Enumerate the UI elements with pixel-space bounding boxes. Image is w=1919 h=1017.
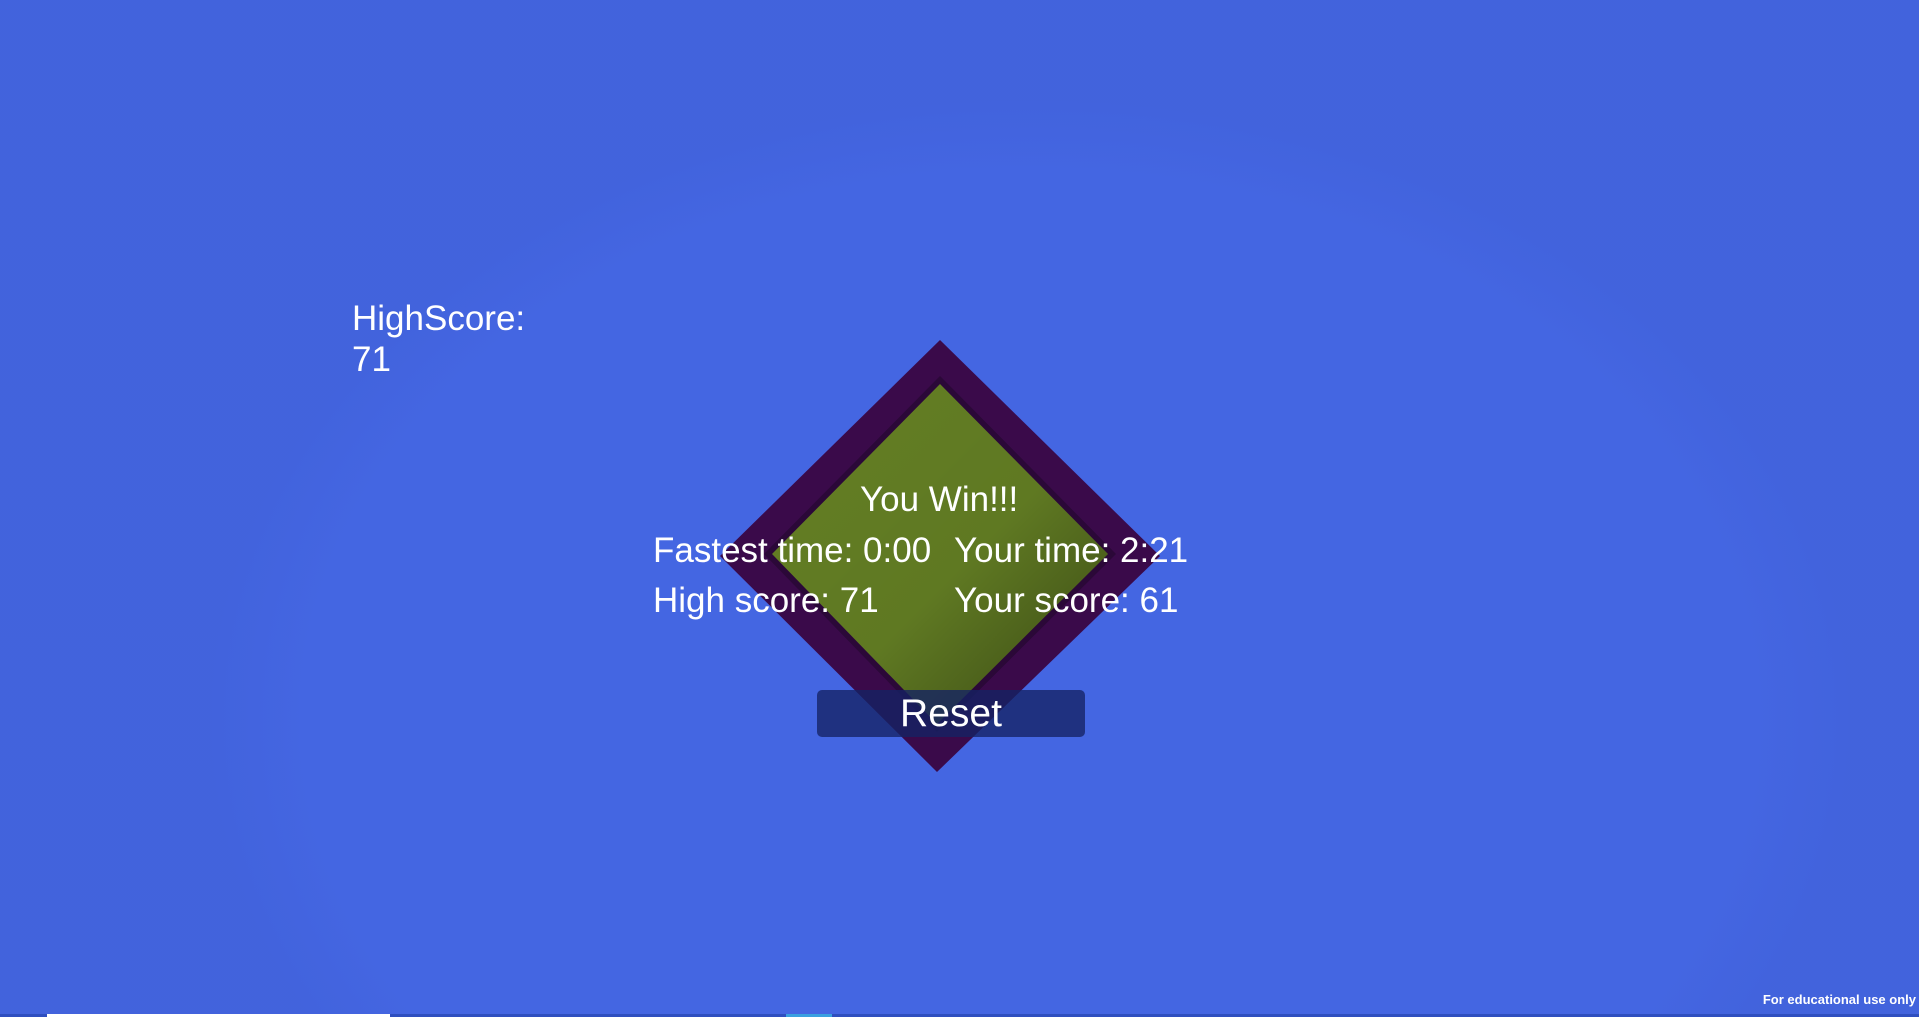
your-score: Your score: 61 (954, 581, 1179, 620)
educational-use-note: For educational use only (1762, 992, 1916, 1007)
highscore-value: 71 (352, 340, 391, 379)
fastest-time: Fastest time: 0:00 (653, 531, 932, 570)
highscore-label: HighScore: (352, 299, 526, 338)
win-title: You Win!!! (860, 480, 1019, 519)
your-time: Your time: 2:21 (954, 531, 1189, 570)
reset-button[interactable]: Reset (817, 690, 1085, 737)
highscore-hud: HighScore: 71 (352, 298, 525, 380)
high-score: High score: 71 (653, 581, 879, 620)
